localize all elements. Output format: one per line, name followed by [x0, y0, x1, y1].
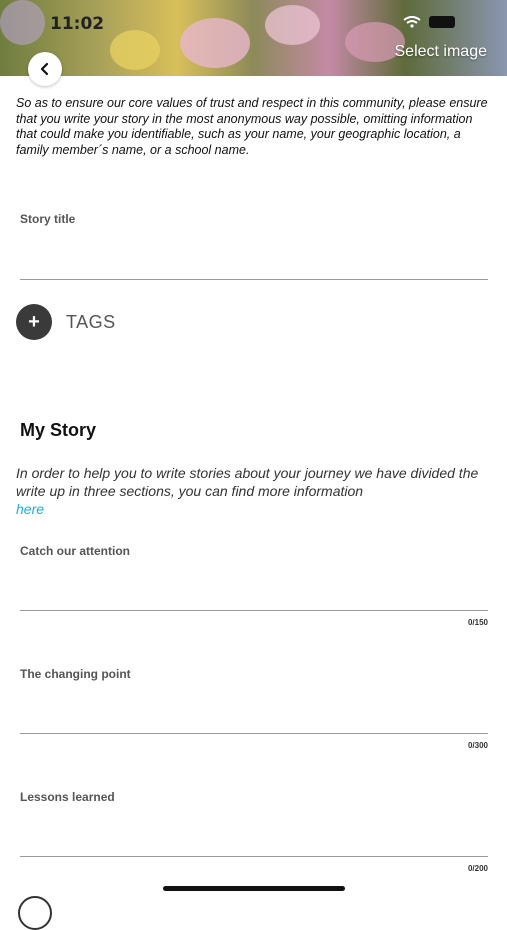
- more-info-link[interactable]: here: [16, 501, 44, 517]
- char-counter: 0/200: [467, 864, 488, 873]
- header-image[interactable]: 11:02 Select image: [0, 0, 507, 76]
- battery-icon: [429, 16, 455, 28]
- section-label: Lessons learned: [20, 790, 115, 804]
- wifi-icon: [403, 16, 421, 28]
- plus-icon: +: [28, 310, 40, 333]
- home-indicator: [163, 886, 345, 891]
- tags-row[interactable]: + TAGS: [16, 304, 116, 340]
- status-icons: [403, 16, 455, 28]
- changing-point-input[interactable]: [20, 733, 488, 734]
- char-counter: 0/150: [467, 618, 488, 627]
- privacy-notice: So as to ensure our core values of trust…: [16, 96, 488, 157]
- explanation-text: In order to help you to write stories ab…: [16, 465, 479, 499]
- back-button[interactable]: [28, 52, 62, 86]
- add-tag-button[interactable]: +: [16, 304, 52, 340]
- my-story-heading: My Story: [20, 420, 97, 440]
- story-title-label: Story title: [20, 212, 76, 226]
- select-image-button[interactable]: Select image: [395, 43, 488, 61]
- tags-label: TAGS: [66, 311, 116, 332]
- lessons-learned-input[interactable]: [20, 856, 488, 857]
- char-counter: 0/300: [467, 741, 488, 750]
- my-story-explanation: In order to help you to write stories ab…: [16, 464, 496, 518]
- section-label: The changing point: [20, 667, 131, 681]
- chevron-left-icon: [40, 62, 49, 76]
- add-button-partial[interactable]: [18, 896, 52, 930]
- status-time: 11:02: [50, 14, 105, 34]
- catch-attention-input[interactable]: [20, 610, 488, 611]
- section-label: Catch our attention: [20, 544, 130, 558]
- story-title-input[interactable]: [20, 279, 488, 280]
